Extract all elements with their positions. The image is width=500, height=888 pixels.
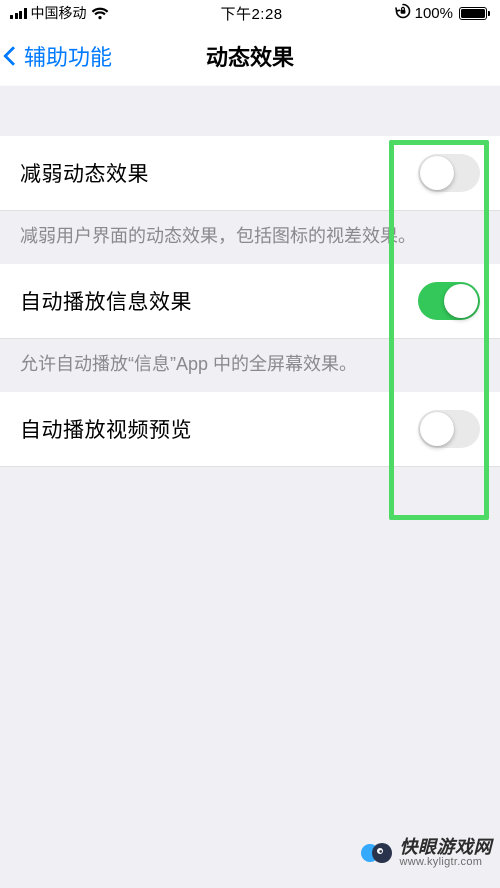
nav-bar: 辅助功能 动态效果: [0, 26, 500, 86]
watermark-text: 快眼游戏网 www.kyligtr.com: [400, 838, 493, 868]
row-reduce-motion: 减弱动态效果: [0, 136, 500, 211]
row-label-autoplay-video: 自动播放视频预览: [20, 414, 192, 444]
back-label: 辅助功能: [24, 40, 112, 72]
back-button[interactable]: 辅助功能: [6, 26, 112, 85]
watermark-title: 快眼游戏网: [400, 838, 493, 857]
cellular-signal-icon: [10, 7, 27, 19]
watermark-logo-icon: [360, 836, 394, 870]
watermark: 快眼游戏网 www.kyligtr.com: [360, 836, 493, 870]
battery-icon: [459, 7, 490, 20]
wifi-icon: [91, 7, 109, 20]
row-label-reduce-motion: 减弱动态效果: [20, 158, 149, 188]
row-autoplay-video: 自动播放视频预览: [0, 392, 500, 467]
footer-reduce-motion: 减弱用户界面的动态效果，包括图标的视差效果。: [0, 211, 500, 264]
row-autoplay-messages: 自动播放信息效果: [0, 264, 500, 339]
toggle-reduce-motion[interactable]: [418, 154, 480, 192]
toggle-autoplay-video[interactable]: [418, 410, 480, 448]
footer-autoplay-messages: 允许自动播放“信息”App 中的全屏幕效果。: [0, 339, 500, 392]
orientation-lock-icon: [395, 3, 411, 23]
carrier-label: 中国移动: [31, 3, 87, 23]
row-label-autoplay-messages: 自动播放信息效果: [20, 286, 192, 316]
watermark-url: www.kyligtr.com: [400, 857, 493, 869]
status-right: 100%: [395, 3, 490, 23]
toggle-knob: [444, 284, 478, 318]
chevron-left-icon: [3, 46, 23, 66]
status-left: 中国移动: [10, 3, 109, 23]
group-spacer: [0, 86, 500, 136]
toggle-autoplay-messages[interactable]: [418, 282, 480, 320]
toggle-knob: [420, 156, 454, 190]
status-time: 下午2:28: [220, 3, 282, 24]
battery-percent: 100%: [415, 5, 453, 22]
group-spacer: [0, 467, 500, 493]
status-bar: 中国移动 下午2:28 100%: [0, 0, 500, 26]
toggle-knob: [420, 412, 454, 446]
